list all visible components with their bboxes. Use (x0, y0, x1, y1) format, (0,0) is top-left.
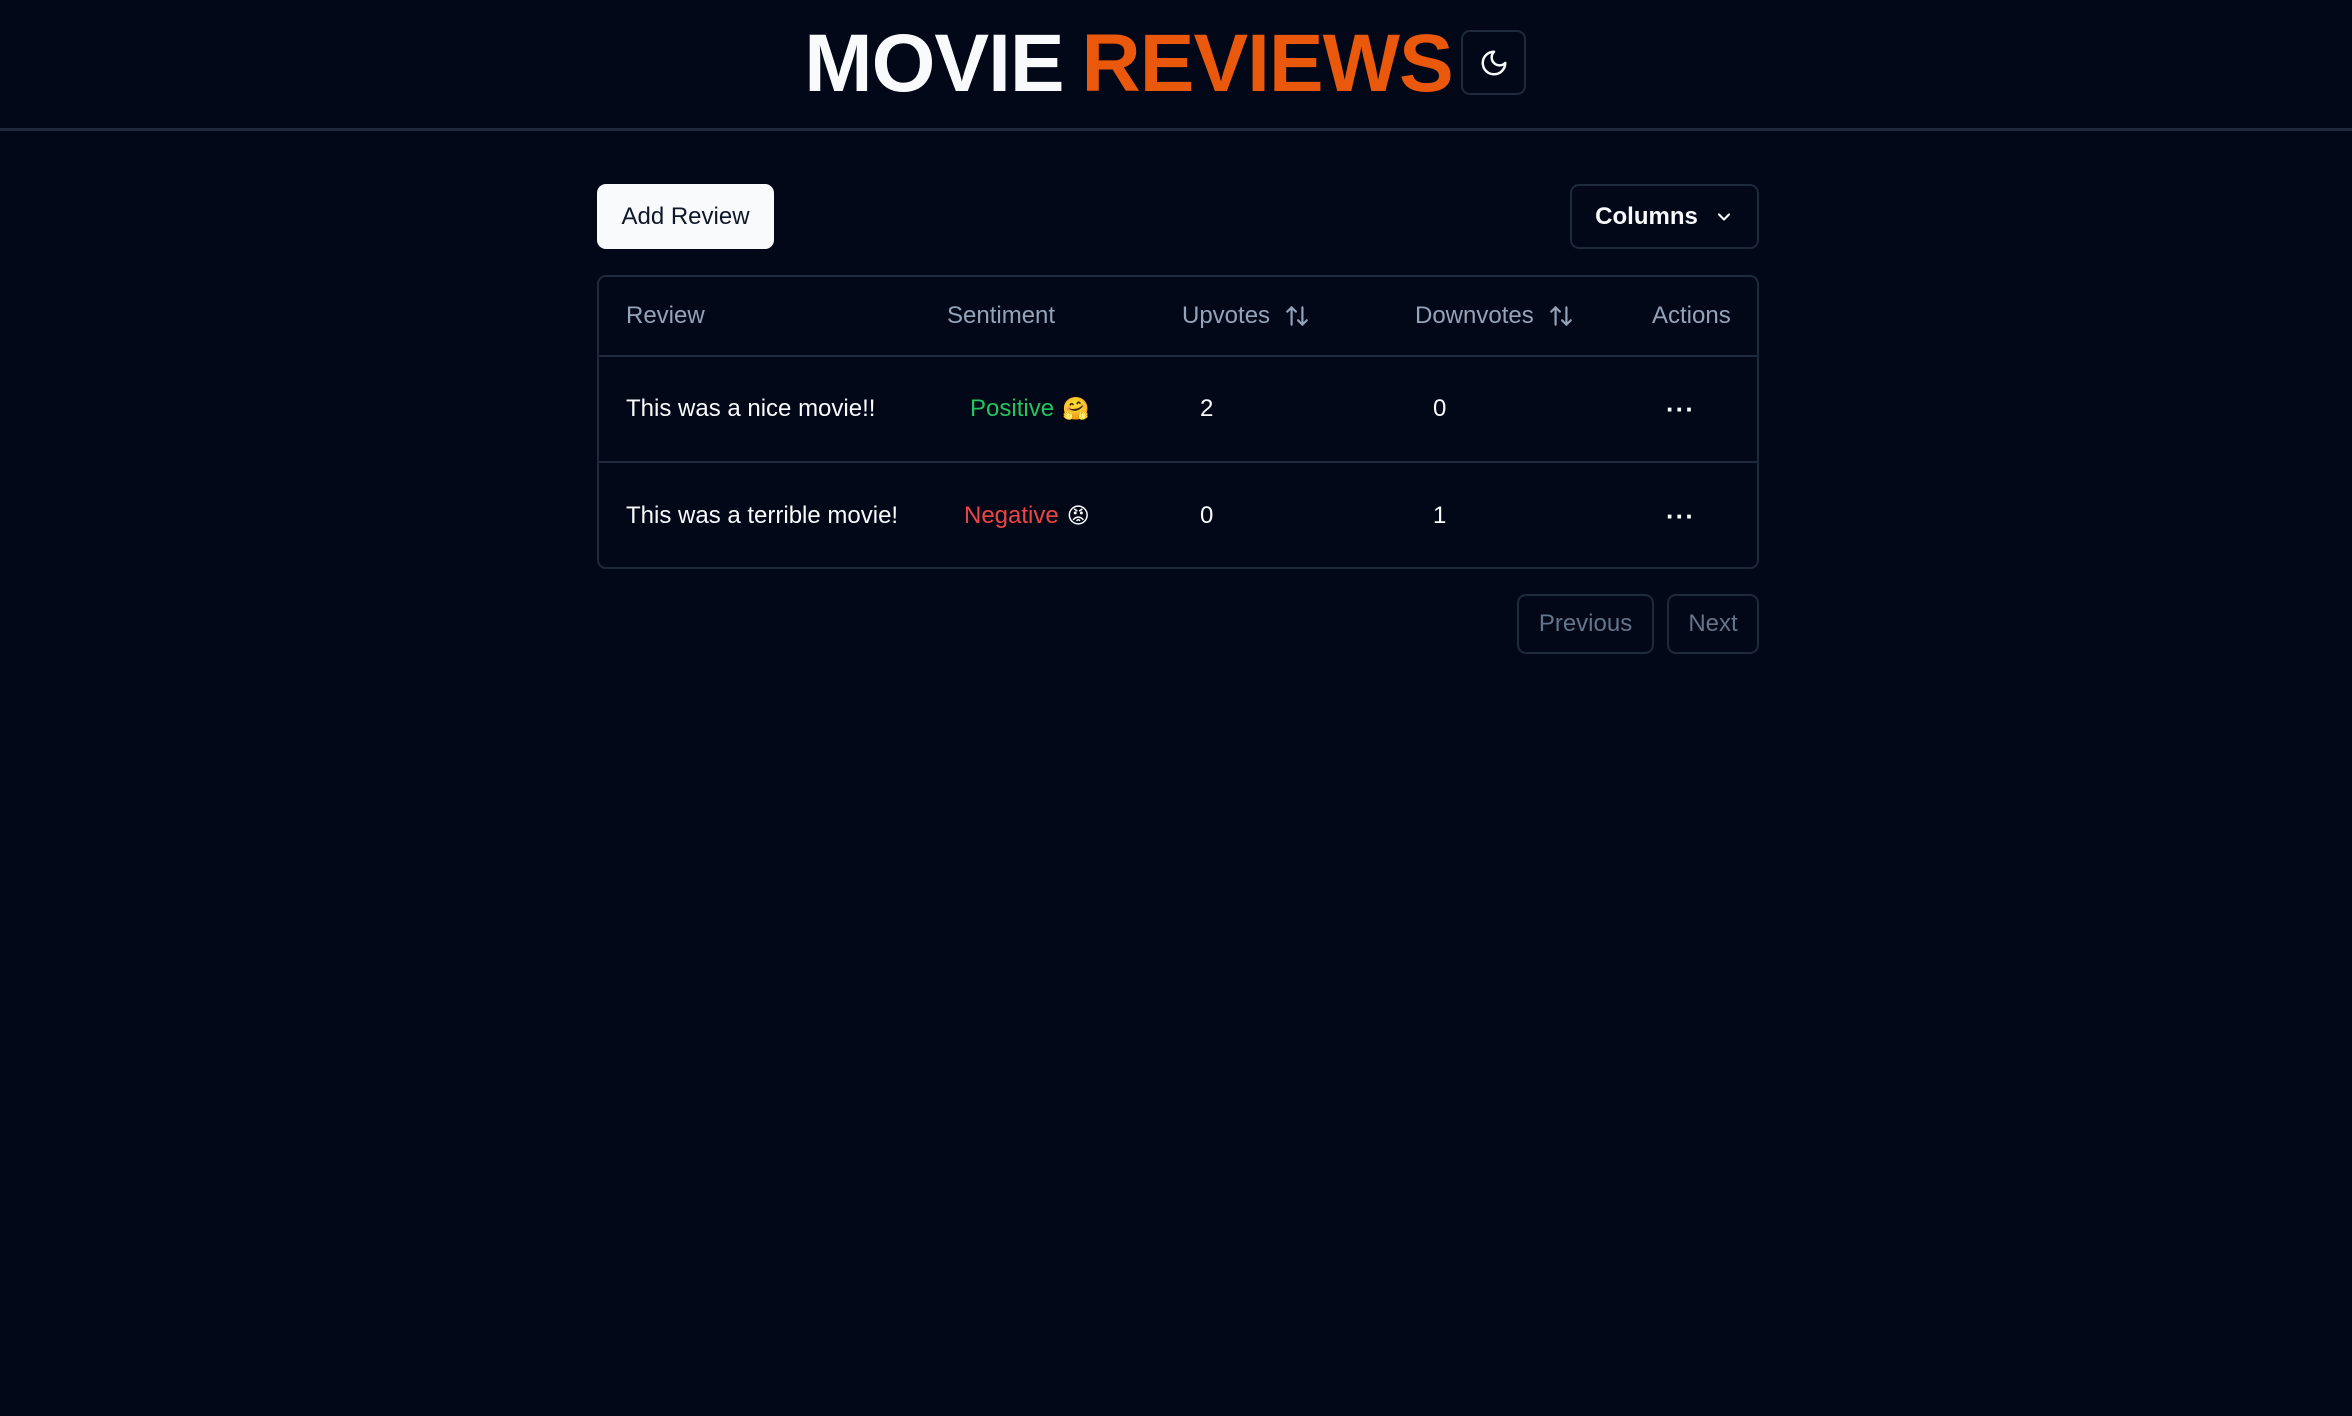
downvotes-value: 0 (1433, 395, 1447, 422)
row-actions-menu-icon[interactable]: ··· (1666, 463, 1695, 567)
previous-page-button[interactable]: Previous (1517, 594, 1654, 654)
column-header-downvotes[interactable]: Downvotes (1415, 277, 1574, 355)
next-page-button[interactable]: Next (1667, 594, 1759, 654)
angry-face-icon: 😡 (1066, 503, 1090, 528)
sentiment-cell: Negative 😡 (964, 463, 1090, 567)
upvotes-value: 0 (1200, 502, 1214, 529)
page-title: MOVIE REVIEWS (804, 18, 1454, 109)
reviews-table: Review Sentiment Upvotes Downvotes Actio… (597, 275, 1759, 569)
moon-icon (1481, 50, 1506, 75)
downvotes-value: 1 (1433, 502, 1447, 529)
column-header-sentiment: Sentiment (947, 302, 1056, 329)
sentiment-cell: Positive 🤗 (970, 357, 1089, 461)
sort-arrows-icon[interactable] (1548, 303, 1574, 329)
sentiment-negative: Negative (964, 502, 1059, 529)
column-header-upvotes-label: Upvotes (1182, 302, 1271, 329)
sentiment-positive: Positive (970, 395, 1055, 422)
column-header-review: Review (626, 302, 705, 329)
add-review-button[interactable]: Add Review (597, 184, 774, 249)
chevron-down-icon (1717, 212, 1730, 221)
upvotes-value: 2 (1200, 395, 1214, 422)
column-header-actions: Actions (1652, 302, 1731, 329)
columns-label: Columns (1595, 202, 1698, 230)
review-text: This was a terrible movie! (626, 502, 899, 529)
row-actions-menu-icon[interactable]: ··· (1666, 357, 1695, 461)
hugging-face-icon: 🤗 (1062, 396, 1090, 421)
theme-toggle-button[interactable] (1461, 30, 1526, 95)
review-text: This was a nice movie!! (626, 395, 876, 422)
table-row: This was a nice movie!! Positive 🤗 2 0 ·… (599, 357, 1757, 463)
title-word-movie: MOVIE (804, 18, 1064, 109)
title-word-reviews: REVIEWS (1081, 18, 1454, 109)
column-header-downvotes-label: Downvotes (1415, 302, 1534, 329)
column-header-upvotes[interactable]: Upvotes (1182, 277, 1310, 355)
table-header-row: Review Sentiment Upvotes Downvotes Actio… (599, 277, 1757, 357)
sort-arrows-icon[interactable] (1284, 303, 1310, 329)
columns-dropdown-button[interactable]: Columns (1570, 184, 1759, 249)
app-header: MOVIE REVIEWS (0, 0, 2352, 131)
table-row: This was a terrible movie! Negative 😡 0 … (599, 463, 1757, 567)
